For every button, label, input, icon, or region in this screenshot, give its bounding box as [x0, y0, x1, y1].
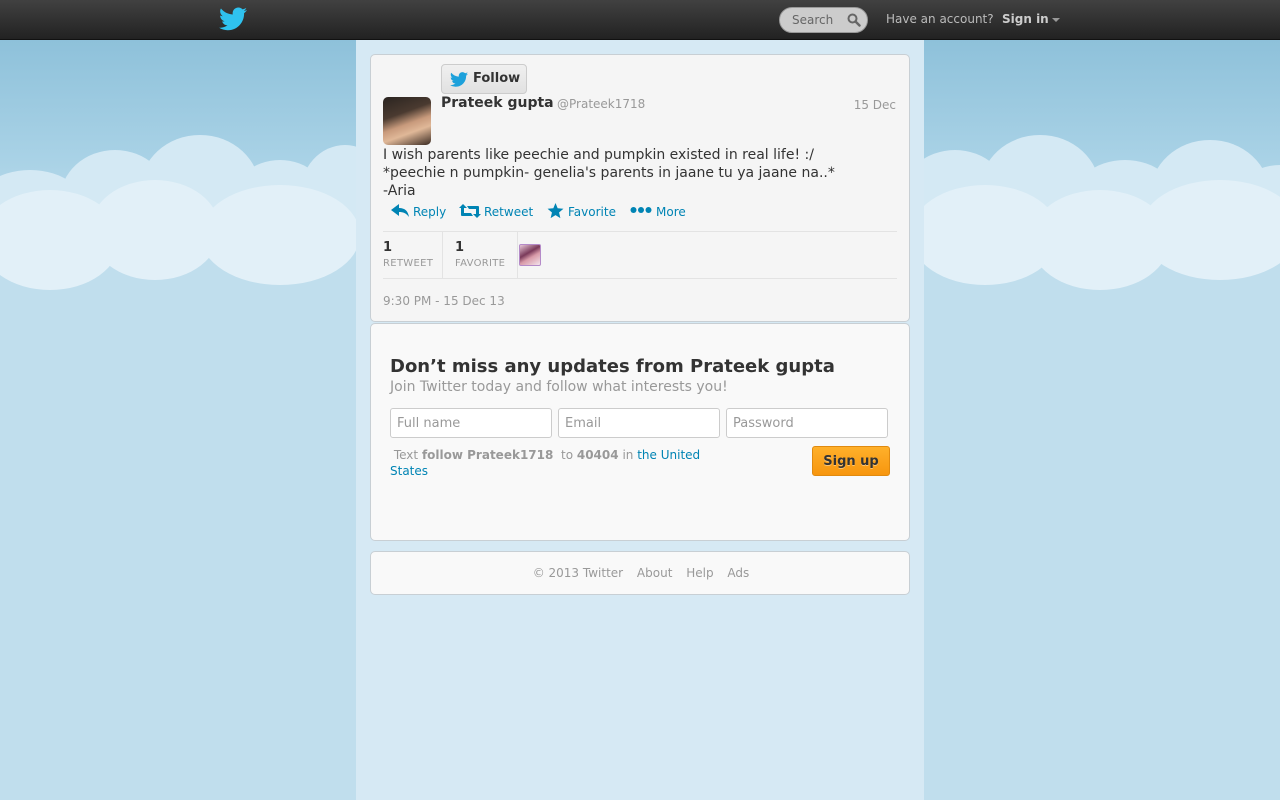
favorite-count-label: FAVORITE: [455, 258, 506, 269]
password-field[interactable]: [726, 408, 888, 438]
user-screenname[interactable]: @Prateek1718: [557, 97, 645, 111]
tweet-text: I wish parents like peechie and pumpkin …: [383, 146, 883, 200]
tweet-text-line: I wish parents like peechie and pumpkin …: [383, 147, 814, 163]
sms-prefix: Text: [393, 448, 419, 462]
star-icon: [547, 203, 564, 219]
follow-button[interactable]: Follow: [441, 64, 527, 94]
reply-icon: [391, 204, 409, 217]
search-placeholder: Search: [792, 13, 834, 27]
email-field[interactable]: [558, 408, 720, 438]
user-fullname[interactable]: Prateek gupta: [441, 95, 554, 111]
follow-label: Follow: [473, 71, 521, 86]
sms-in: in: [622, 448, 634, 462]
signup-card: Don’t miss any updates from Prateek gupt…: [370, 323, 910, 541]
retweet-count-value: 1: [383, 240, 393, 255]
tweet-stats: 1 RETWEET 1 FAVORITE: [383, 231, 897, 279]
sms-command: follow Prateek1718: [421, 448, 554, 462]
have-account-text: Have an account?: [886, 12, 994, 26]
tweet-text-line: -Aria: [383, 183, 416, 199]
sms-follow-text: Text follow Prateek1718 to 40404 in the …: [390, 447, 730, 479]
twitter-bird-icon: [450, 72, 468, 87]
search-icon[interactable]: [847, 13, 861, 27]
avatar[interactable]: [383, 97, 431, 145]
footer-card: © 2013 Twitter About Help Ads: [370, 551, 910, 595]
footer-ads-link[interactable]: Ads: [727, 566, 749, 580]
retweet-icon: [459, 204, 481, 218]
tweet-card: Follow Prateek gupta @Prateek1718 15 Dec…: [370, 54, 910, 322]
favorite-count-value: 1: [455, 240, 465, 255]
search-input[interactable]: Search: [779, 7, 868, 33]
more-dots-icon: [630, 207, 652, 213]
retweet-count-label: RETWEET: [383, 258, 434, 269]
retweet-label: Retweet: [484, 205, 534, 219]
signup-subtitle: Join Twitter today and follow what inter…: [390, 379, 728, 395]
footer-about-link[interactable]: About: [637, 566, 672, 580]
caret-down-icon[interactable]: [1052, 18, 1060, 22]
footer-help-link[interactable]: Help: [686, 566, 713, 580]
tweet-timestamp[interactable]: 9:30 PM - 15 Dec 13: [383, 294, 505, 308]
signup-title: Don’t miss any updates from Prateek gupt…: [390, 356, 835, 377]
more-label: More: [656, 205, 686, 219]
sms-number: 40404: [576, 448, 619, 462]
tweet-text-line: *peechie n pumpkin- genelia's parents in…: [383, 165, 835, 181]
favorite-label: Favorite: [568, 205, 616, 219]
stats-divider: [442, 232, 443, 278]
stats-divider: [517, 232, 518, 278]
sign-up-button[interactable]: Sign up: [812, 446, 890, 476]
favoriter-avatar[interactable]: [519, 244, 541, 266]
tweet-date[interactable]: 15 Dec: [854, 98, 896, 112]
twitter-bird-icon[interactable]: [219, 7, 247, 31]
footer-links: © 2013 Twitter About Help Ads: [371, 566, 911, 580]
sign-in-link[interactable]: Sign in: [1002, 12, 1049, 26]
reply-label: Reply: [413, 205, 447, 219]
copyright-text: © 2013 Twitter: [532, 566, 624, 580]
top-bar: Search Have an account? Sign in: [0, 0, 1280, 40]
sms-to: to: [560, 448, 574, 462]
full-name-field[interactable]: [390, 408, 552, 438]
